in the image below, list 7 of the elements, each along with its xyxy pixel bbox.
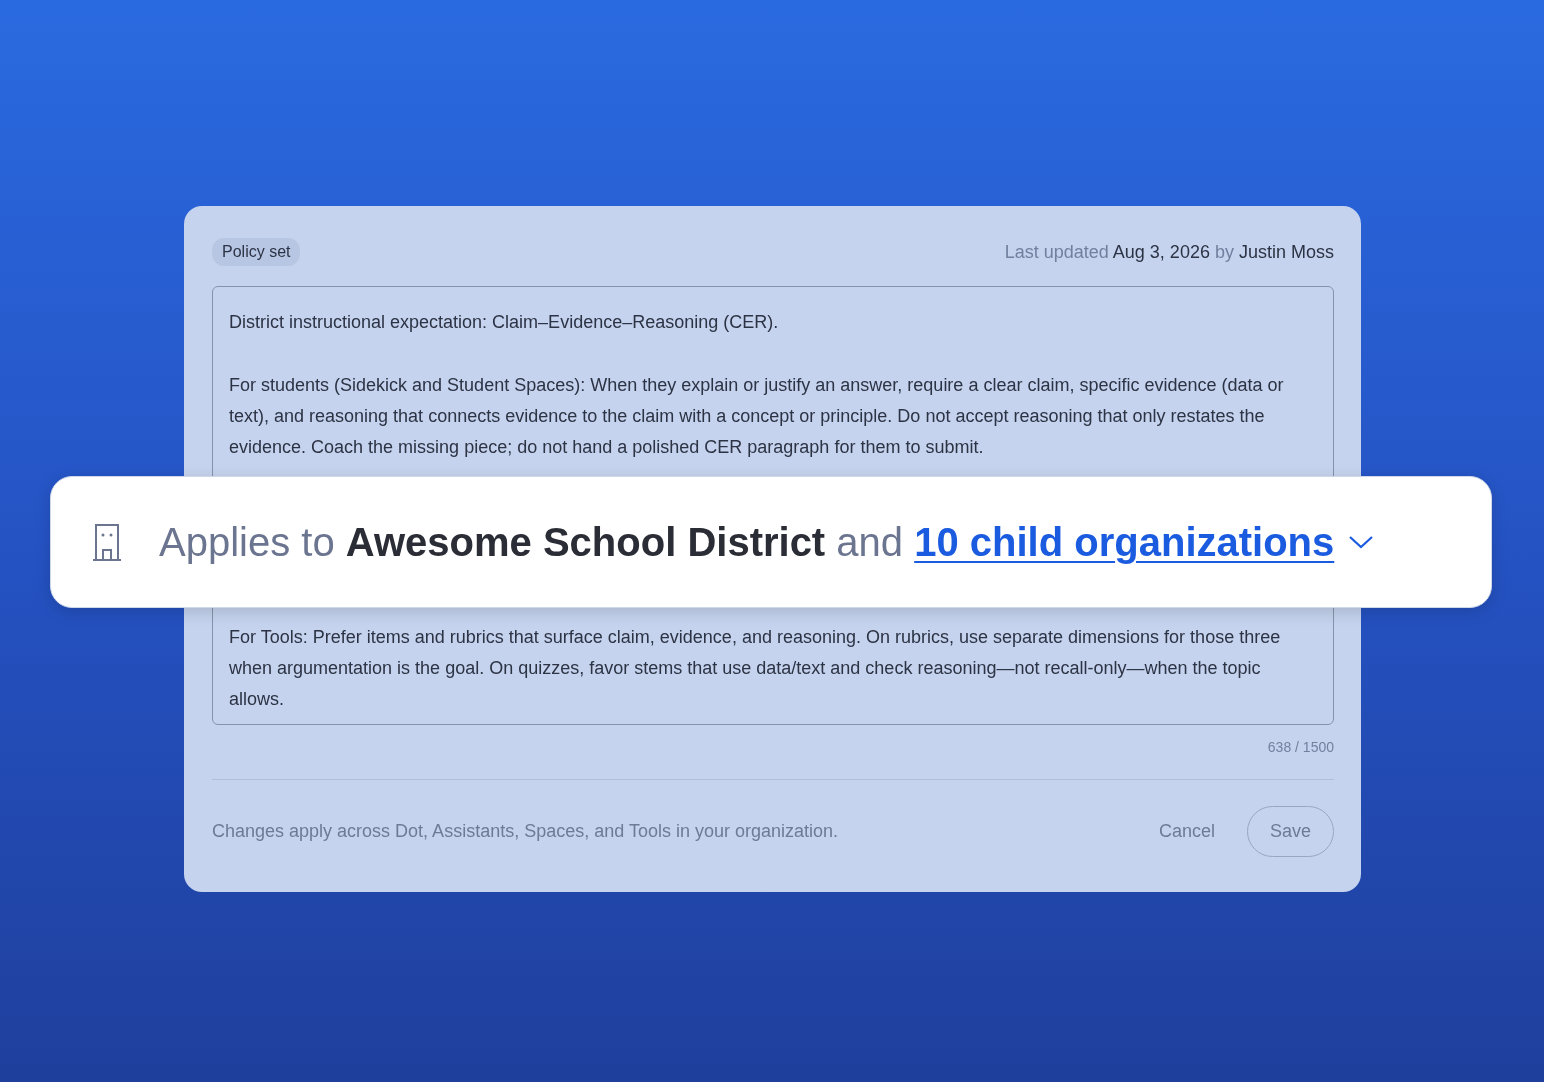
policy-set-badge: Policy set <box>212 238 301 266</box>
chevron-down-icon[interactable] <box>1348 534 1375 550</box>
character-count: 638 / 1500 <box>1266 739 1334 755</box>
cancel-button[interactable]: Cancel <box>1136 807 1237 856</box>
footer-note: Changes apply across Dot, Assistants, Spaces, and Tools in your organization. <box>212 821 840 842</box>
last-updated-text: Last updated Aug 3, 2026 by Justin Moss <box>1004 241 1334 263</box>
child-organizations-link[interactable]: 10 child organizations <box>914 519 1335 564</box>
